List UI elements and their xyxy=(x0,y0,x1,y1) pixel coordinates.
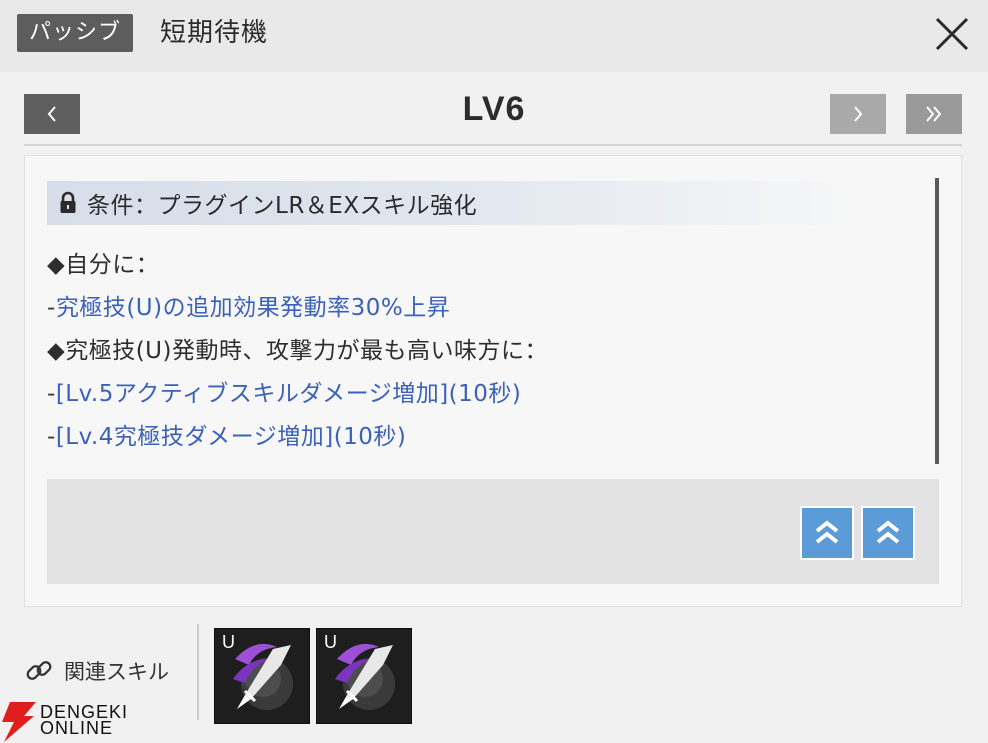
effect-heading-self: ◆自分に： xyxy=(47,252,160,278)
related-skill-tile[interactable]: U xyxy=(214,628,310,724)
skill-title: 短期待機 xyxy=(160,18,269,48)
related-skill-tile[interactable]: U xyxy=(316,628,412,724)
double-chevron-up-icon xyxy=(876,520,900,544)
effect-description: ◆自分に： -究極技(U)の追加効果発動率30%上昇 ◆究極技(U)発動時、攻撃… xyxy=(47,244,548,459)
upgrade-area xyxy=(47,479,939,584)
next-level-button[interactable] xyxy=(830,94,886,134)
max-level-button[interactable] xyxy=(906,94,962,134)
condition-text: 条件：プラグインLR＆EXスキル強化 xyxy=(87,193,478,219)
passive-badge: パッシブ xyxy=(17,14,134,52)
upgrade-button[interactable] xyxy=(861,506,915,560)
sword-slash-icon xyxy=(233,643,293,710)
chevron-right-icon xyxy=(854,106,863,122)
skill-detail-card: 条件：プラグインLR＆EXスキル強化 ◆自分に： -究極技(U)の追加効果発動率… xyxy=(24,155,962,607)
effect-line: -[Lv.5アクティブスキルダメージ増加](10秒) xyxy=(47,381,522,407)
effect-line: -究極技(U)の追加効果発動率30%上昇 xyxy=(47,295,451,321)
header-bar: パッシブ 短期待機 xyxy=(0,0,988,72)
upgrade-button[interactable] xyxy=(800,506,854,560)
double-chevron-right-icon xyxy=(926,106,942,122)
link-icon xyxy=(26,661,52,680)
sword-slash-icon xyxy=(335,643,395,710)
separator xyxy=(197,624,199,720)
close-button[interactable] xyxy=(932,14,972,54)
scrollbar[interactable] xyxy=(935,178,939,464)
watermark-text: ONLINE xyxy=(40,718,114,738)
related-skills: 関連スキル xyxy=(24,656,169,686)
close-icon xyxy=(935,17,969,51)
divider xyxy=(24,144,962,146)
double-chevron-up-icon xyxy=(815,520,839,544)
related-skills-label: 関連スキル xyxy=(64,660,169,684)
effect-heading-ally: ◆究極技(U)発動時、攻撃力が最も高い味方に： xyxy=(47,338,548,364)
effect-line: -[Lv.4究極技ダメージ増加](10秒) xyxy=(47,424,407,450)
lock-icon xyxy=(60,191,76,213)
condition-row: 条件：プラグインLR＆EXスキル強化 xyxy=(47,181,867,225)
